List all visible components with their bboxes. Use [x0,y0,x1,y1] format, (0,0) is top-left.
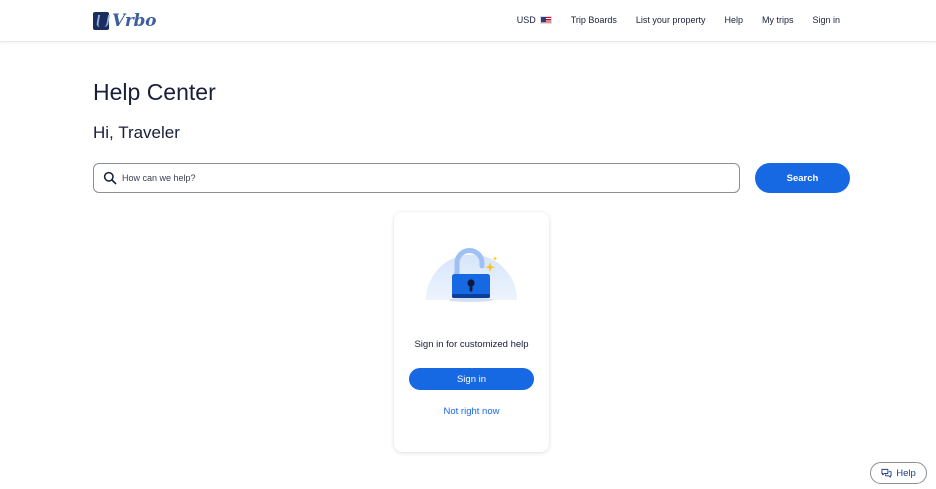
card-signin-button[interactable]: Sign in [409,368,534,390]
help-widget-label: Help [896,467,916,479]
currency-selector[interactable]: USD [517,15,552,25]
signin-message: Sign in for customized help [414,339,529,350]
search-icon [103,171,117,185]
nav-my-trips[interactable]: My trips [762,15,794,25]
nav-help[interactable]: Help [724,15,743,25]
nav-sign-in[interactable]: Sign in [812,15,840,25]
logo-text: Vrbo [112,11,157,31]
not-right-now-link[interactable]: Not right now [394,406,549,417]
page-title: Help Center [93,79,216,105]
signin-card: Sign in for customized help Sign in Not … [394,212,549,452]
greeting: Hi, Traveler [93,123,180,142]
vrbo-logo[interactable]: Vrbo [93,11,156,31]
nav-list-property[interactable]: List your property [636,15,706,25]
us-flag-icon [539,16,552,24]
site-header: Vrbo USD Trip Boards List your property … [0,0,936,42]
search-button[interactable]: Search [755,163,850,193]
search-input[interactable] [122,173,682,183]
currency-label: USD [516,15,536,25]
top-nav: USD Trip Boards List your property Help … [517,15,840,25]
nav-trip-boards[interactable]: Trip Boards [571,15,617,25]
lock-illustration [426,248,517,302]
vrbo-logo-icon [93,12,109,30]
search-box[interactable] [93,163,740,193]
chat-bubbles-icon [881,468,892,478]
help-widget-button[interactable]: Help [870,462,927,484]
